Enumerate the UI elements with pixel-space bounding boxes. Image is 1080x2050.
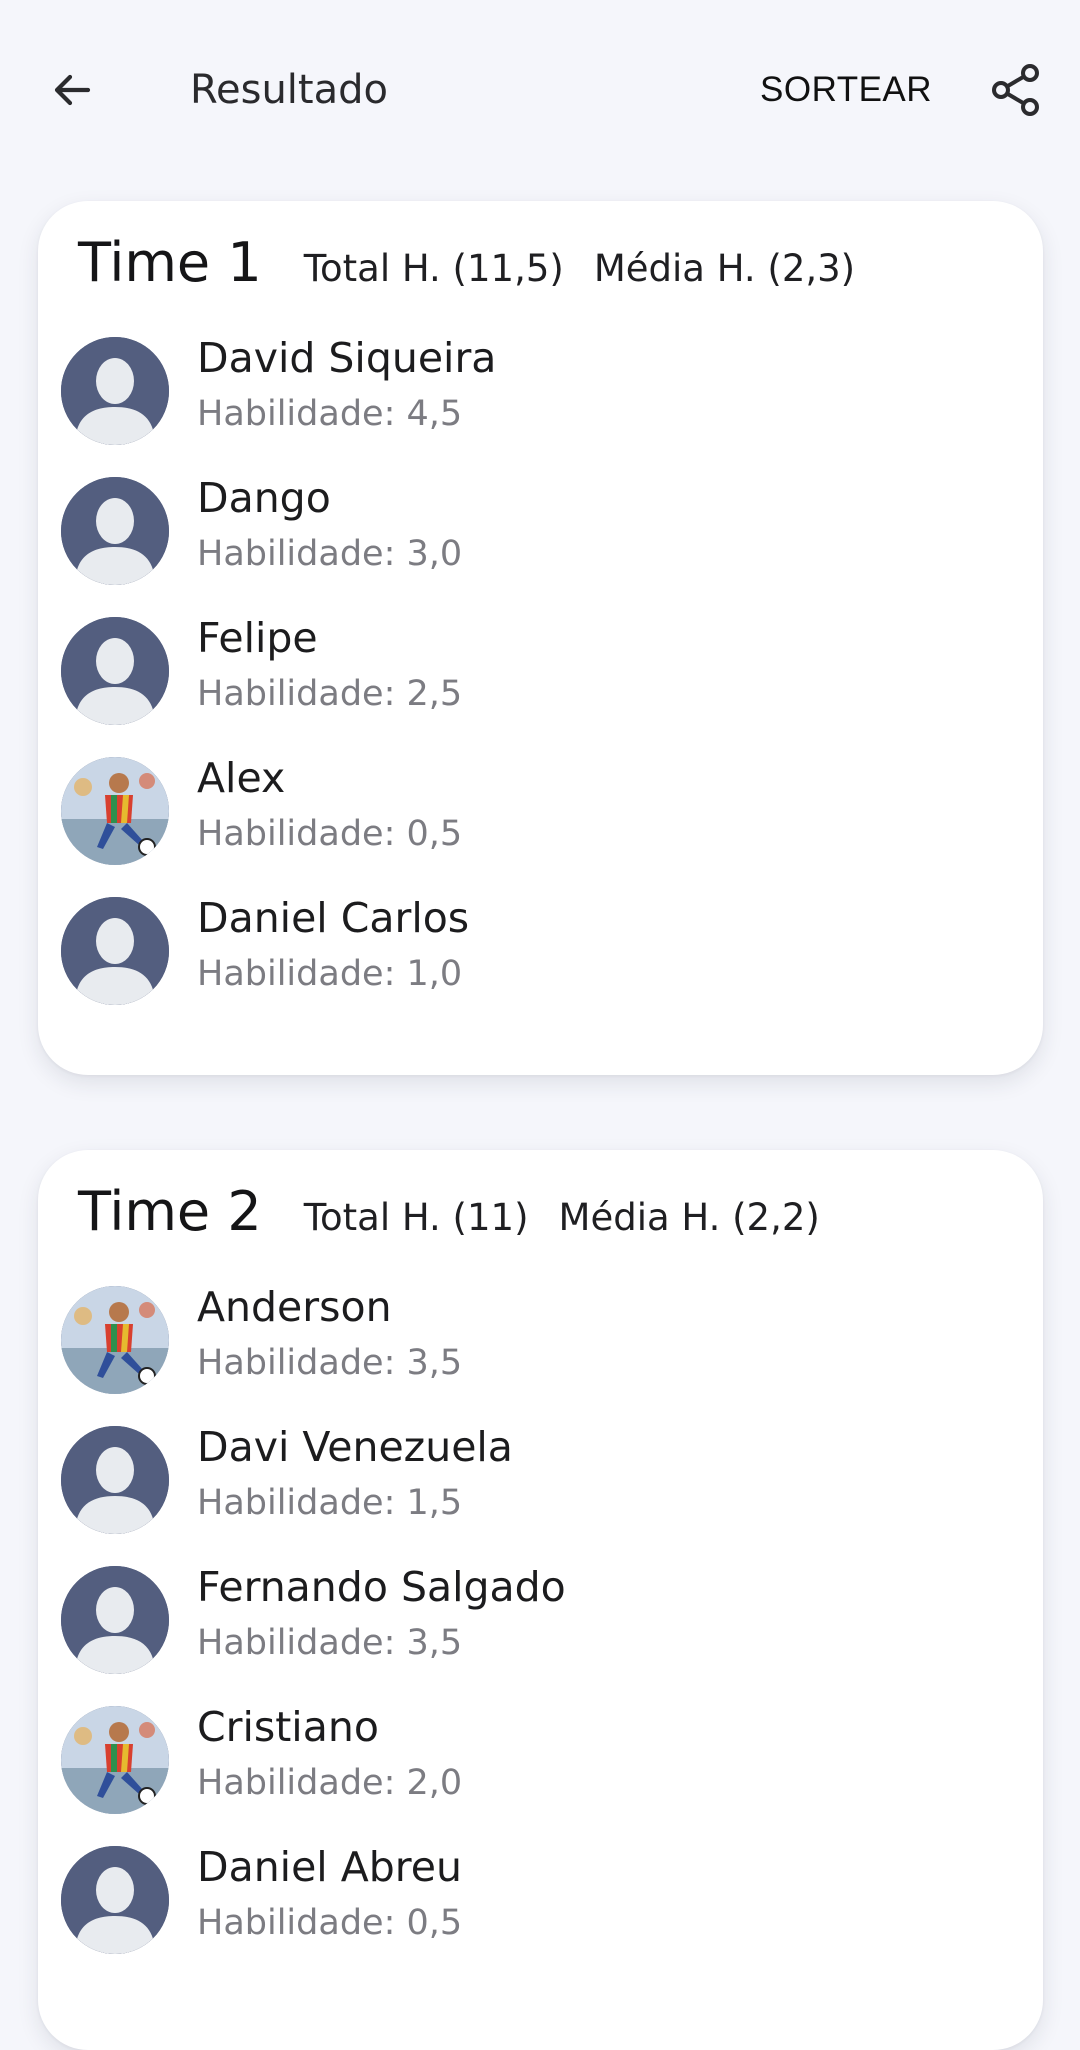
player-row[interactable]: Daniel Carlos Habilidade: 1,0 [38,891,1043,1031]
default-avatar-icon [61,477,169,585]
team-average-skill: Média H. (2,3) [593,247,856,290]
player-row[interactable]: Fernando Salgado Habilidade: 3,5 [38,1560,1043,1700]
player-skill: Habilidade: 3,5 [197,1343,463,1383]
player-list: David Siqueira Habilidade: 4,5 Dango Habili… [38,331,1043,1031]
player-row[interactable]: Alex Habilidade: 0,5 [38,751,1043,891]
avatar [61,337,169,445]
default-avatar-icon [61,1426,169,1534]
player-row[interactable]: Dango Habilidade: 3,0 [38,471,1043,611]
team-card-2: Time 2 Total H. (11) Média H. (2,2) Ande… [38,1150,1043,2050]
share-button[interactable] [982,56,1050,124]
player-name: Daniel Carlos [197,894,470,942]
team-name: Time 2 [78,1180,262,1243]
default-avatar-icon [61,337,169,445]
player-name: Cristiano [197,1703,379,1751]
arrow-back-icon [54,74,91,106]
player-list: Anderson Habilidade: 3,5 Davi Venezuela Hab… [38,1280,1043,1980]
avatar [61,757,169,865]
avatar [61,897,169,1005]
avatar [61,1706,169,1814]
player-row[interactable]: Davi Venezuela Habilidade: 1,5 [38,1420,1043,1560]
avatar [61,1426,169,1534]
back-button[interactable] [36,54,108,126]
avatar [61,617,169,725]
page-title: Resultado [190,67,388,113]
player-name: Fernando Salgado [197,1563,566,1611]
team-total-skill: Total H. (11) [303,1196,529,1239]
player-skill: Habilidade: 2,5 [197,674,463,714]
team-average-skill: Média H. (2,2) [558,1196,820,1239]
player-photo-icon [61,1706,169,1814]
team-card-1: Time 1 Total H. (11,5) Média H. (2,3) Da… [38,201,1043,1075]
player-skill: Habilidade: 0,5 [197,1903,463,1943]
player-skill: Habilidade: 2,0 [197,1763,463,1803]
avatar [61,1286,169,1394]
share-icon [992,64,1039,116]
player-name: Felipe [197,614,318,662]
player-skill: Habilidade: 0,5 [197,814,463,854]
player-skill: Habilidade: 4,5 [197,394,463,434]
player-name: Dango [197,474,331,522]
player-row[interactable]: Anderson Habilidade: 3,5 [38,1280,1043,1420]
default-avatar-icon [61,617,169,725]
player-row[interactable]: David Siqueira Habilidade: 4,5 [38,331,1043,471]
team-total-skill: Total H. (11,5) [303,247,564,290]
avatar [61,477,169,585]
default-avatar-icon [61,1566,169,1674]
avatar [61,1566,169,1674]
sortear-button[interactable]: SORTEAR [748,62,944,118]
player-row[interactable]: Daniel Abreu Habilidade: 0,5 [38,1840,1043,1980]
player-photo-icon [61,757,169,865]
app-bar: Resultado SORTEAR [0,0,1080,180]
default-avatar-icon [61,897,169,1005]
player-row[interactable]: Felipe Habilidade: 2,5 [38,611,1043,751]
player-name: Daniel Abreu [197,1843,462,1891]
player-skill: Habilidade: 3,5 [197,1623,463,1663]
team-header: Time 2 Total H. (11) Média H. (2,2) [78,1180,850,1260]
player-skill: Habilidade: 1,5 [197,1483,463,1523]
default-avatar-icon [61,1846,169,1954]
player-row[interactable]: Cristiano Habilidade: 2,0 [38,1700,1043,1840]
team-name: Time 1 [78,231,262,294]
player-skill: Habilidade: 3,0 [197,534,463,574]
player-name: David Siqueira [197,334,497,382]
avatar [61,1846,169,1954]
player-name: Davi Venezuela [197,1423,513,1471]
player-name: Alex [197,754,286,802]
player-skill: Habilidade: 1,0 [197,954,463,994]
player-photo-icon [61,1286,169,1394]
team-header: Time 1 Total H. (11,5) Média H. (2,3) [78,231,885,311]
player-name: Anderson [197,1283,392,1331]
